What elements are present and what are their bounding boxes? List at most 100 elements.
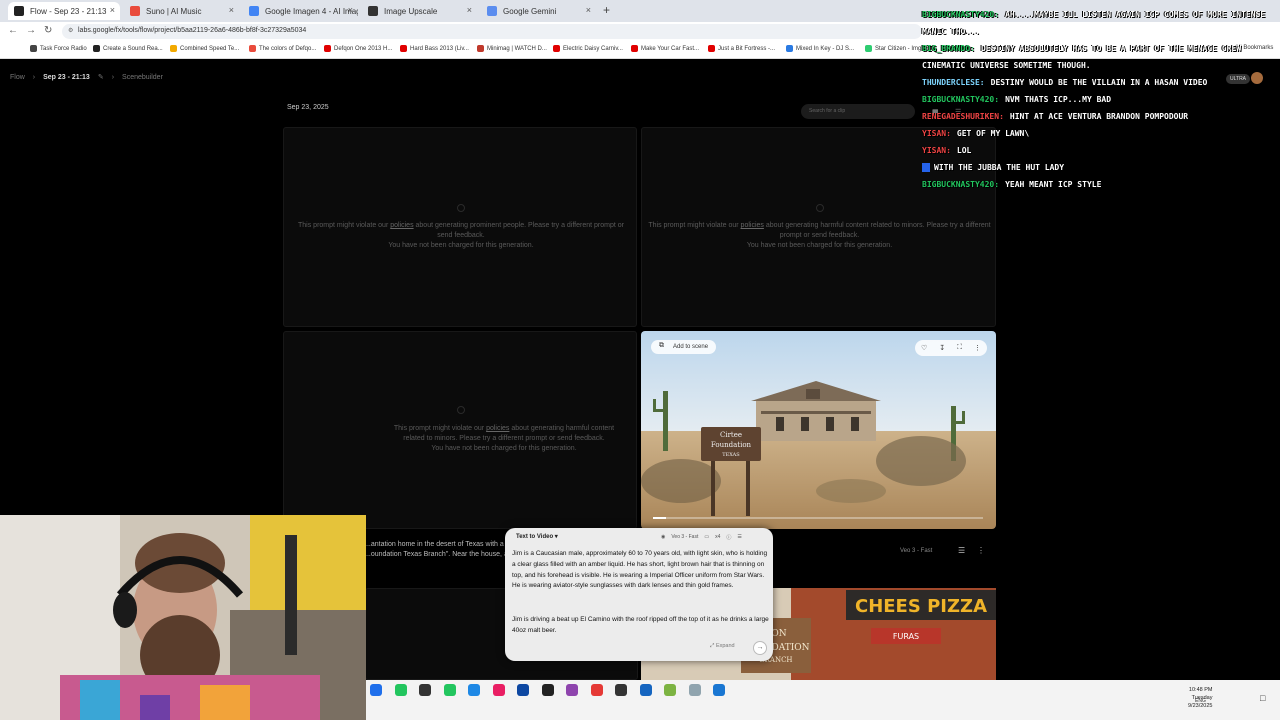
bookmark-item[interactable]: Combined Speed Te... [170,45,239,52]
bookmark-item[interactable]: Defqon One 2013 H... [324,45,392,52]
back-icon[interactable]: ← [8,25,18,36]
taskbar-app-icon[interactable] [443,684,456,696]
more-options-icon[interactable]: ⋮ [977,546,985,555]
taskbar-app-icon[interactable] [566,684,578,696]
breadcrumb: Flow › Sep 23 - 21:13 ✎ › Scenebuilder [10,73,163,82]
fullscreen-icon[interactable]: ⛶ [957,344,962,352]
bookmark-label: Just a Bit Fortress -... [718,45,776,52]
violation-message: This prompt might violate our policies a… [648,222,991,249]
forward-icon[interactable]: → [26,25,36,36]
policies-link[interactable]: policies [390,222,413,229]
bookmark-favicon-icon [631,45,638,52]
taskbar-app-icon[interactable] [492,684,505,696]
taskbar-app-icon[interactable] [639,684,652,696]
policies-link[interactable]: policies [486,425,509,432]
mode-select[interactable]: Text to Video ▾ [516,533,558,540]
bookmark-item[interactable]: Minimag | WATCH D... [477,45,547,52]
taskbar-app-icon[interactable] [688,684,701,696]
bookmark-favicon-icon [708,45,715,52]
bookmark-label: Mixed In Key - DJ S... [796,45,855,52]
reload-icon[interactable]: ↻ [44,25,52,36]
bookmark-item[interactable]: The colors of Defqo... [249,45,316,52]
bookmark-item[interactable]: Electric Daisy Carniv... [553,45,623,52]
close-tab-icon[interactable]: × [348,5,353,15]
browser-tab[interactable]: Image Upscale × [362,2,477,20]
browser-tab[interactable]: Google Imagen 4 - AI Image Ge...× [243,2,358,20]
video-clip-card[interactable]: Cirtee Foundation TEXAS ⧉ Add to scene ♡… [641,331,996,529]
taskbar-app-icon[interactable] [517,684,529,696]
chat-text: Destiny absolutely has to be a part of t… [980,44,1242,53]
taskbar-app-icon[interactable] [590,684,603,696]
bookmark-label: Minimag | WATCH D... [487,45,547,52]
chat-username: Yisan: [922,146,951,155]
settings-icon: ☰ [737,534,742,540]
more-options-icon[interactable]: ⋮ [974,344,981,352]
stream-chat-overlay: Bigbucknasty420: Ah....maybe ill listen a… [922,6,1280,193]
bookmark-item[interactable]: Make Your Car Fast... [631,45,699,52]
site-info-icon[interactable]: ⚙ [68,27,73,34]
expand-button[interactable]: ⤢ Expand [710,643,735,650]
taskbar-app-icon[interactable] [370,684,382,696]
bookmark-item[interactable]: Task Force Radio [30,45,87,52]
close-tab-icon[interactable]: × [229,5,234,15]
url-field[interactable]: labs.google/fx/tools/flow/project/b5aa21… [62,24,922,39]
browser-tab[interactable]: Google Gemini × [481,2,596,20]
system-clock[interactable]: 10:48 PM Tuesday 9/23/2025 [1188,686,1212,710]
taskbar-app-icon[interactable] [664,684,676,696]
prompt-textarea-paragraph-1[interactable]: Jim is a Caucasian male, approximately 6… [512,549,770,592]
video-progress-track[interactable] [653,517,983,519]
policies-link[interactable]: policies [741,222,764,229]
chat-username: Yisan: [922,129,951,138]
close-tab-icon[interactable]: × [467,5,472,15]
add-to-scene-button[interactable]: ⧉ Add to scene [651,340,717,354]
bookmark-label: Create a Sound Rea... [103,45,163,52]
breadcrumb-root[interactable]: Flow [10,74,25,81]
breadcrumb-section[interactable]: Scenebuilder [122,74,163,81]
notification-icon[interactable]: □ [1260,693,1265,703]
violation-message: This prompt might violate our policies a… [393,425,615,452]
video-progress-fill [653,517,666,519]
chat-text: NVM THATS ICP...MY BAD [1005,95,1112,104]
model-settings[interactable]: ◉ Veo 3 - Fast ▭ x4 ⓘ ☰ [661,534,742,541]
taskbar-app-icon[interactable] [394,684,407,696]
clip-search-input[interactable]: Search for a clip [801,104,915,119]
bookmark-item[interactable]: Create a Sound Rea... [93,45,163,52]
close-tab-icon[interactable]: × [110,5,115,15]
no-charge-note: You have not been charged for this gener… [746,242,893,249]
tab-title: Google Imagen 4 - AI Image Ge... [265,6,358,16]
chat-username: Bigbucknasty420: [922,180,1000,189]
browser-tab[interactable]: Suno | AI Music × [124,2,239,20]
close-tab-icon[interactable]: × [586,5,591,15]
bookmark-item[interactable]: Just a Bit Fortress -... [708,45,775,52]
taskbar-app-icon[interactable] [541,684,554,696]
stack-icon[interactable]: ☰ [958,546,965,555]
prompt-textarea-paragraph-2[interactable]: Jim is driving a beat up El Camino with … [512,615,770,637]
breadcrumb-project[interactable]: Sep 23 - 21:13 [43,74,90,81]
download-icon[interactable]: ↧ [939,344,945,352]
bookmark-favicon-icon [553,45,560,52]
browser-tab[interactable]: Flow - Sep 23 - 21:13 × [8,2,120,20]
favorite-icon[interactable]: ♡ [921,344,927,352]
chat-message: Thunderclese: Destiny would be the villai… [922,74,1280,91]
bookmark-label: The colors of Defqo... [259,45,317,52]
clip-card-violation[interactable]: This prompt might violate our policies a… [283,331,637,529]
taskbar-app-icon[interactable] [615,684,627,696]
info-icon: ⓘ [726,535,732,541]
taskbar-app-icon[interactable] [419,684,431,696]
clip-placeholder-icon [816,204,824,212]
send-button[interactable]: → [753,641,767,655]
pencil-icon[interactable]: ✎ [98,73,104,81]
clip-card-violation[interactable]: This prompt might violate our policies a… [283,127,637,327]
prompt-composer: Text to Video ▾ ◉ Veo 3 - Fast ▭ x4 ⓘ ☰ … [505,528,773,661]
new-tab-button[interactable]: + [603,3,610,17]
chat-text: get of my lawn\ [956,129,1030,138]
bookmark-label: Hard Bass 2013 (Liv... [410,45,469,52]
bookmark-item[interactable]: Hard Bass 2013 (Liv... [400,45,469,52]
bookmark-item[interactable]: Mixed In Key - DJ S... [786,45,854,52]
chat-message: Bigbucknasty420: NVM THATS ICP...MY BAD [922,91,1280,108]
bookmark-item[interactable]: Star Citizen - Imgur [865,45,927,52]
taskbar-app-icon[interactable] [713,684,725,696]
output-count: x4 [715,534,721,540]
date-label: Sep 23, 2025 [287,104,329,111]
taskbar-app-icon[interactable] [468,684,480,696]
